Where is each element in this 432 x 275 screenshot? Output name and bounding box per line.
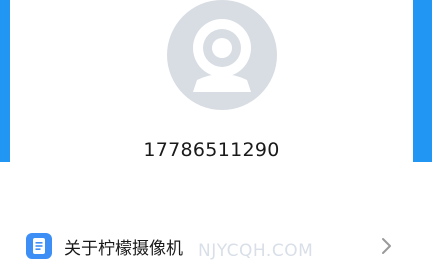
document-icon xyxy=(26,233,52,259)
phone-number: 17786511290 xyxy=(143,139,280,161)
chevron-right-icon xyxy=(382,238,391,254)
profile-screen: 17786511290 关于柠檬摄像机 NJYCQH.COM xyxy=(0,0,432,275)
about-label: 关于柠檬摄像机 xyxy=(64,239,183,259)
webcam-icon xyxy=(193,19,251,92)
watermark: NJYCQH.COM xyxy=(198,241,314,261)
avatar[interactable] xyxy=(167,0,277,110)
